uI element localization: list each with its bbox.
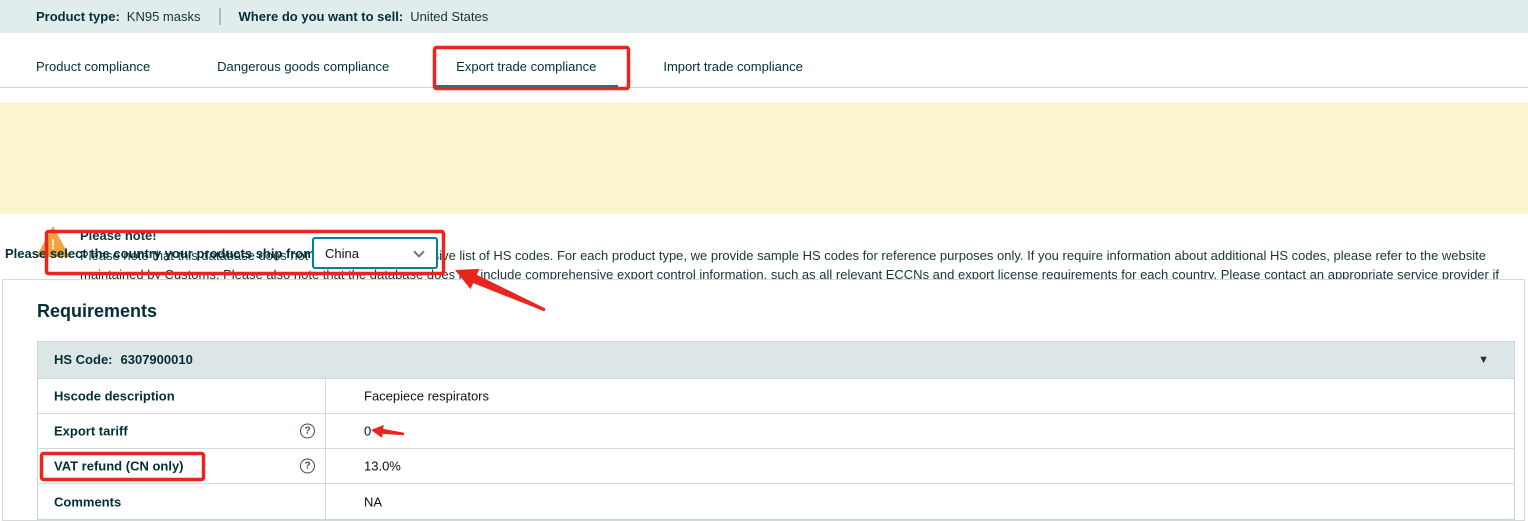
divider bbox=[219, 8, 221, 25]
ship-from-country-value: China bbox=[325, 246, 359, 261]
row-label: Export tariff bbox=[54, 424, 128, 439]
context-bar: Product type: KN95 masks Where do you wa… bbox=[0, 0, 1528, 33]
hs-code-table: HS Code:6307900010 ▼ Hscode description … bbox=[37, 341, 1515, 520]
help-icon[interactable]: ? bbox=[300, 459, 315, 474]
sell-destination-value: United States bbox=[410, 9, 488, 24]
hs-code-label: HS Code:6307900010 bbox=[54, 352, 193, 367]
row-value: NA bbox=[364, 494, 382, 509]
collapse-icon[interactable]: ▼ bbox=[1478, 354, 1489, 366]
table-row-export-tariff: Export tariff ? 0 bbox=[38, 414, 1514, 449]
compliance-tabs: Product compliance Dangerous goods compl… bbox=[0, 47, 1528, 88]
row-value: 13.0% bbox=[364, 459, 401, 474]
row-label: VAT refund (CN only) bbox=[54, 459, 184, 474]
banner-title: Please note! bbox=[80, 228, 157, 243]
warning-banner: ! Please note! Please note that this dat… bbox=[0, 103, 1528, 214]
tab-import-trade-compliance[interactable]: Import trade compliance bbox=[641, 47, 824, 87]
tab-product-compliance[interactable]: Product compliance bbox=[14, 47, 172, 87]
row-value: Facepiece respirators bbox=[364, 389, 489, 404]
product-type-label: Product type: bbox=[36, 9, 120, 24]
table-row-vat-refund: VAT refund (CN only) ? 13.0% bbox=[38, 449, 1514, 484]
row-label: Comments bbox=[54, 494, 121, 509]
row-label: Hscode description bbox=[54, 389, 175, 404]
chevron-down-icon bbox=[413, 246, 424, 257]
tab-export-trade-compliance[interactable]: Export trade compliance bbox=[434, 47, 618, 87]
requirements-heading: Requirements bbox=[37, 301, 157, 322]
tab-dangerous-goods-compliance[interactable]: Dangerous goods compliance bbox=[195, 47, 411, 87]
row-value: 0 bbox=[364, 424, 371, 439]
hs-code-header[interactable]: HS Code:6307900010 ▼ bbox=[38, 342, 1514, 379]
table-row-comments: Comments NA bbox=[38, 484, 1514, 519]
product-type-value: KN95 masks bbox=[127, 9, 201, 24]
hs-code-value: 6307900010 bbox=[121, 352, 193, 367]
sell-destination-label: Where do you want to sell: bbox=[239, 9, 404, 24]
requirements-panel: Requirements HS Code:6307900010 ▼ Hscode… bbox=[2, 279, 1525, 521]
table-row-hscode-description: Hscode description Facepiece respirators bbox=[38, 379, 1514, 414]
help-icon[interactable]: ? bbox=[300, 424, 315, 439]
warning-exclamation: ! bbox=[36, 236, 70, 253]
ship-from-country-select[interactable]: China bbox=[312, 237, 438, 269]
